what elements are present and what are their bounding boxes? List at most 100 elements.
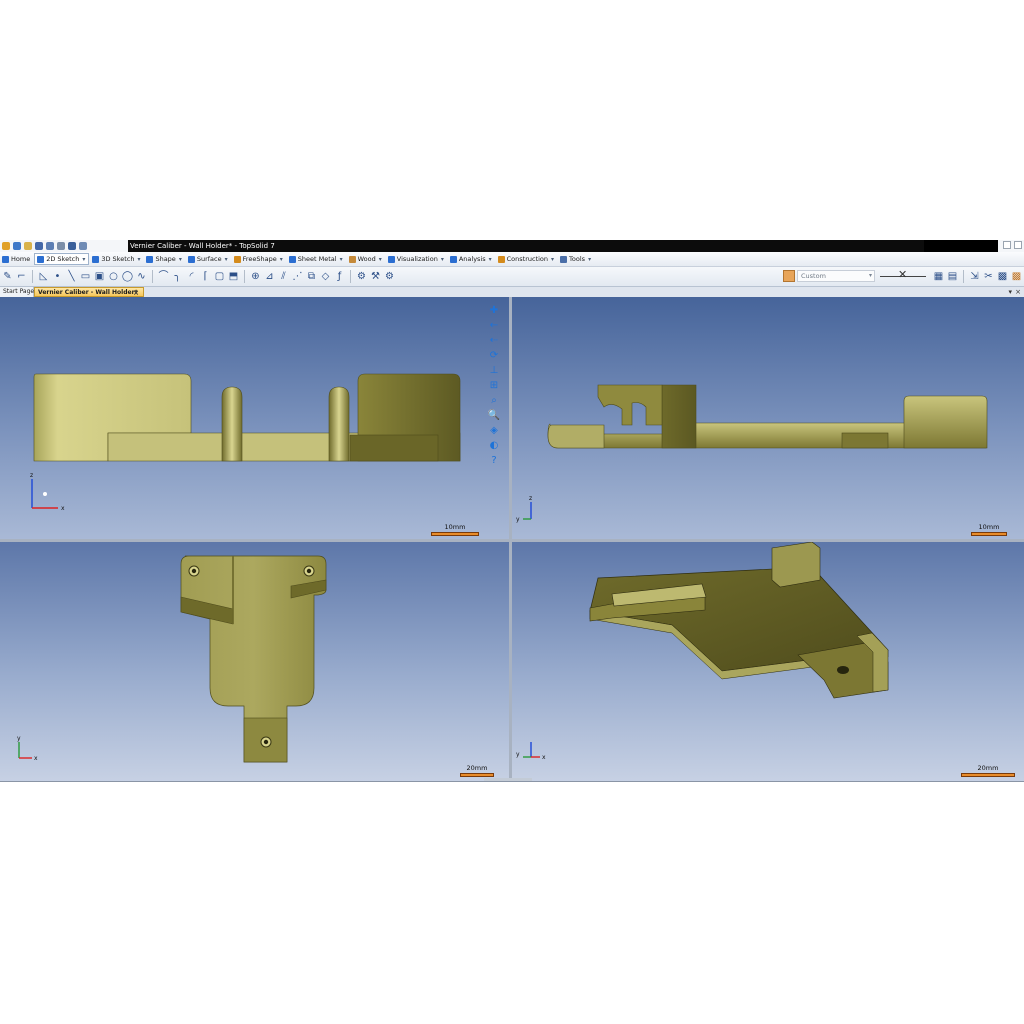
zoom-window-icon[interactable]: ⌕	[488, 395, 500, 407]
arrow-left-icon[interactable]: ←	[488, 320, 500, 332]
ribbon-tab-2d-sketch[interactable]: 2D Sketch ▾	[34, 253, 90, 265]
ribbon-tab-surface[interactable]: Surface ▾	[186, 253, 231, 265]
chevron-down-icon[interactable]: ▾	[588, 256, 591, 263]
scale-bar	[971, 532, 1007, 536]
chevron-down-icon[interactable]: ▾	[489, 256, 492, 263]
redo-icon[interactable]	[57, 242, 65, 250]
line-icon[interactable]: ╲	[66, 271, 77, 282]
ribbon-tab-shape[interactable]: Shape ▾	[144, 253, 184, 265]
point-icon[interactable]: •	[52, 271, 63, 282]
chevron-down-icon[interactable]: ▾	[82, 256, 85, 263]
viewport-front[interactable]: z x 10mm ✚ ← ⇠ ⟳ ⊥ ⊞ ⌕ 🔍 ◈ ◐?	[0, 297, 509, 539]
spline-icon[interactable]: ∿	[136, 271, 147, 282]
chevron-down-icon[interactable]: ▾	[551, 256, 554, 263]
grid-icon[interactable]: ▦	[933, 271, 944, 282]
transform-icon[interactable]: ◇	[320, 271, 331, 282]
mirror-icon[interactable]: ⫽	[278, 271, 289, 282]
viewport-side[interactable]: z y 10mm	[512, 297, 1024, 539]
dimension-icon[interactable]: ⊿	[264, 271, 275, 282]
render-icon[interactable]: ▩	[1011, 271, 1022, 282]
project-icon[interactable]: ⬒	[228, 271, 239, 282]
arrow-steps-icon[interactable]: ⇠	[488, 335, 500, 347]
tool-icon[interactable]: ✂	[983, 271, 994, 282]
style-combo[interactable]: Custom ▾	[797, 270, 875, 282]
axis-view-icon[interactable]: ⊥	[488, 365, 500, 377]
layer-icon[interactable]: ▤	[947, 271, 958, 282]
sketch-icon[interactable]: ⌐	[16, 271, 27, 282]
fillet-icon[interactable]: ╮	[172, 271, 183, 282]
tab-menu-icon[interactable]: ▾	[1008, 287, 1012, 297]
square-icon[interactable]: ▣	[94, 271, 105, 282]
chevron-down-icon[interactable]: ▾	[379, 256, 382, 263]
arc-icon[interactable]: ⌒	[158, 271, 169, 282]
scale-label: 20mm	[466, 764, 488, 772]
part-iso-back-block	[771, 542, 821, 588]
chamfer-icon[interactable]: ◜	[186, 271, 197, 282]
ribbon-tab-construction[interactable]: Construction ▾	[496, 253, 557, 265]
constraint-icon[interactable]: ⊕	[250, 271, 261, 282]
refresh-icon[interactable]	[79, 242, 87, 250]
separator	[244, 270, 245, 283]
formula-icon[interactable]: ƒ	[334, 271, 345, 282]
circle-icon[interactable]: ○	[108, 271, 119, 282]
zoom-icon[interactable]: 🔍	[488, 410, 500, 422]
ribbon-tab-analysis[interactable]: Analysis ▾	[448, 253, 495, 265]
pen-icon[interactable]	[68, 242, 76, 250]
solve-icon[interactable]: ⚙	[356, 271, 367, 282]
pattern-icon[interactable]: ⋰	[292, 271, 303, 282]
app-menu-icon[interactable]	[2, 242, 10, 250]
crosshair-icon[interactable]: ✚	[488, 305, 500, 317]
offset-icon[interactable]: ▢	[214, 271, 225, 282]
four-views-icon[interactable]: ⊞	[488, 380, 500, 392]
viewport-isometric[interactable]: y x 20mm	[512, 542, 1024, 782]
undo-icon[interactable]	[46, 242, 54, 250]
ribbon-tab-icon	[2, 255, 9, 263]
tab-close-icon[interactable]: ×	[1015, 287, 1021, 297]
save-icon[interactable]	[35, 242, 43, 250]
profile-icon[interactable]: ◺	[38, 271, 49, 282]
copy-icon[interactable]: ⧉	[306, 271, 317, 282]
chevron-down-icon[interactable]: ▾	[137, 256, 140, 263]
chevron-down-icon[interactable]: ▾	[225, 256, 228, 263]
viewport-top[interactable]: y x 20mm	[0, 542, 509, 782]
cube-view-icon[interactable]: ◈	[488, 425, 500, 437]
part-front-post-1	[221, 386, 243, 462]
check-icon[interactable]: ⚒	[370, 271, 381, 282]
application-window: Vernier Caliber - Wall Holder* - TopSoli…	[0, 240, 1024, 782]
ribbon-tab-home[interactable]: Home	[0, 253, 33, 265]
ribbon-tab-sheet-metal[interactable]: Sheet Metal ▾	[287, 253, 346, 265]
ribbon-tab-3d-sketch[interactable]: 3D Sketch ▾	[90, 253, 143, 265]
ribbon-tab-label: Shape	[155, 255, 176, 263]
chevron-down-icon[interactable]: ▾	[441, 256, 444, 263]
ribbon-tab-label: 3D Sketch	[101, 255, 135, 263]
palette-icon[interactable]: ◐	[488, 440, 500, 452]
new-icon[interactable]	[13, 242, 21, 250]
settings-icon[interactable]: ⚙	[384, 271, 395, 282]
tab-document[interactable]: Vernier Caliber - Wall Holder* ×	[34, 287, 144, 297]
chevron-down-icon[interactable]: ▾	[179, 256, 182, 263]
tab-document-label: Vernier Caliber - Wall Holder*	[38, 289, 138, 296]
ribbon-tab-visualization[interactable]: Visualization ▾	[386, 253, 447, 265]
maximize-button[interactable]	[1014, 241, 1022, 249]
view-toolbar: ✚ ← ⇠ ⟳ ⊥ ⊞ ⌕ 🔍 ◈ ◐?	[488, 305, 502, 467]
open-icon[interactable]	[24, 242, 32, 250]
graphics-area[interactable]: z x 10mm ✚ ← ⇠ ⟳ ⊥ ⊞ ⌕ 🔍 ◈ ◐? z y 10mm y…	[0, 297, 1024, 782]
chevron-down-icon[interactable]: ▾	[280, 256, 283, 263]
viewport-splitter-horizontal[interactable]	[0, 539, 1024, 542]
axis-triad-front	[31, 479, 58, 509]
ribbon-tab-wood[interactable]: Wood ▾	[347, 253, 385, 265]
rotate-icon[interactable]: ⟳	[488, 350, 500, 362]
rectangle-icon[interactable]: ▭	[80, 271, 91, 282]
ribbon-tab-freeshape[interactable]: FreeShape ▾	[232, 253, 286, 265]
color-swatch[interactable]	[783, 270, 795, 282]
minimize-button[interactable]	[1003, 241, 1011, 249]
circle-three-points-icon[interactable]: ◯	[122, 271, 133, 282]
tab-start-page[interactable]: Start Page	[0, 287, 34, 297]
measure-icon[interactable]: ⇲	[969, 271, 980, 282]
help-icon[interactable]: ?	[488, 455, 500, 467]
view-icon[interactable]: ▩	[997, 271, 1008, 282]
chevron-down-icon[interactable]: ▾	[340, 256, 343, 263]
trim-icon[interactable]: ⌈	[200, 271, 211, 282]
pencil-icon[interactable]: ✎	[2, 271, 13, 282]
ribbon-tab-tools[interactable]: Tools ▾	[558, 253, 594, 265]
